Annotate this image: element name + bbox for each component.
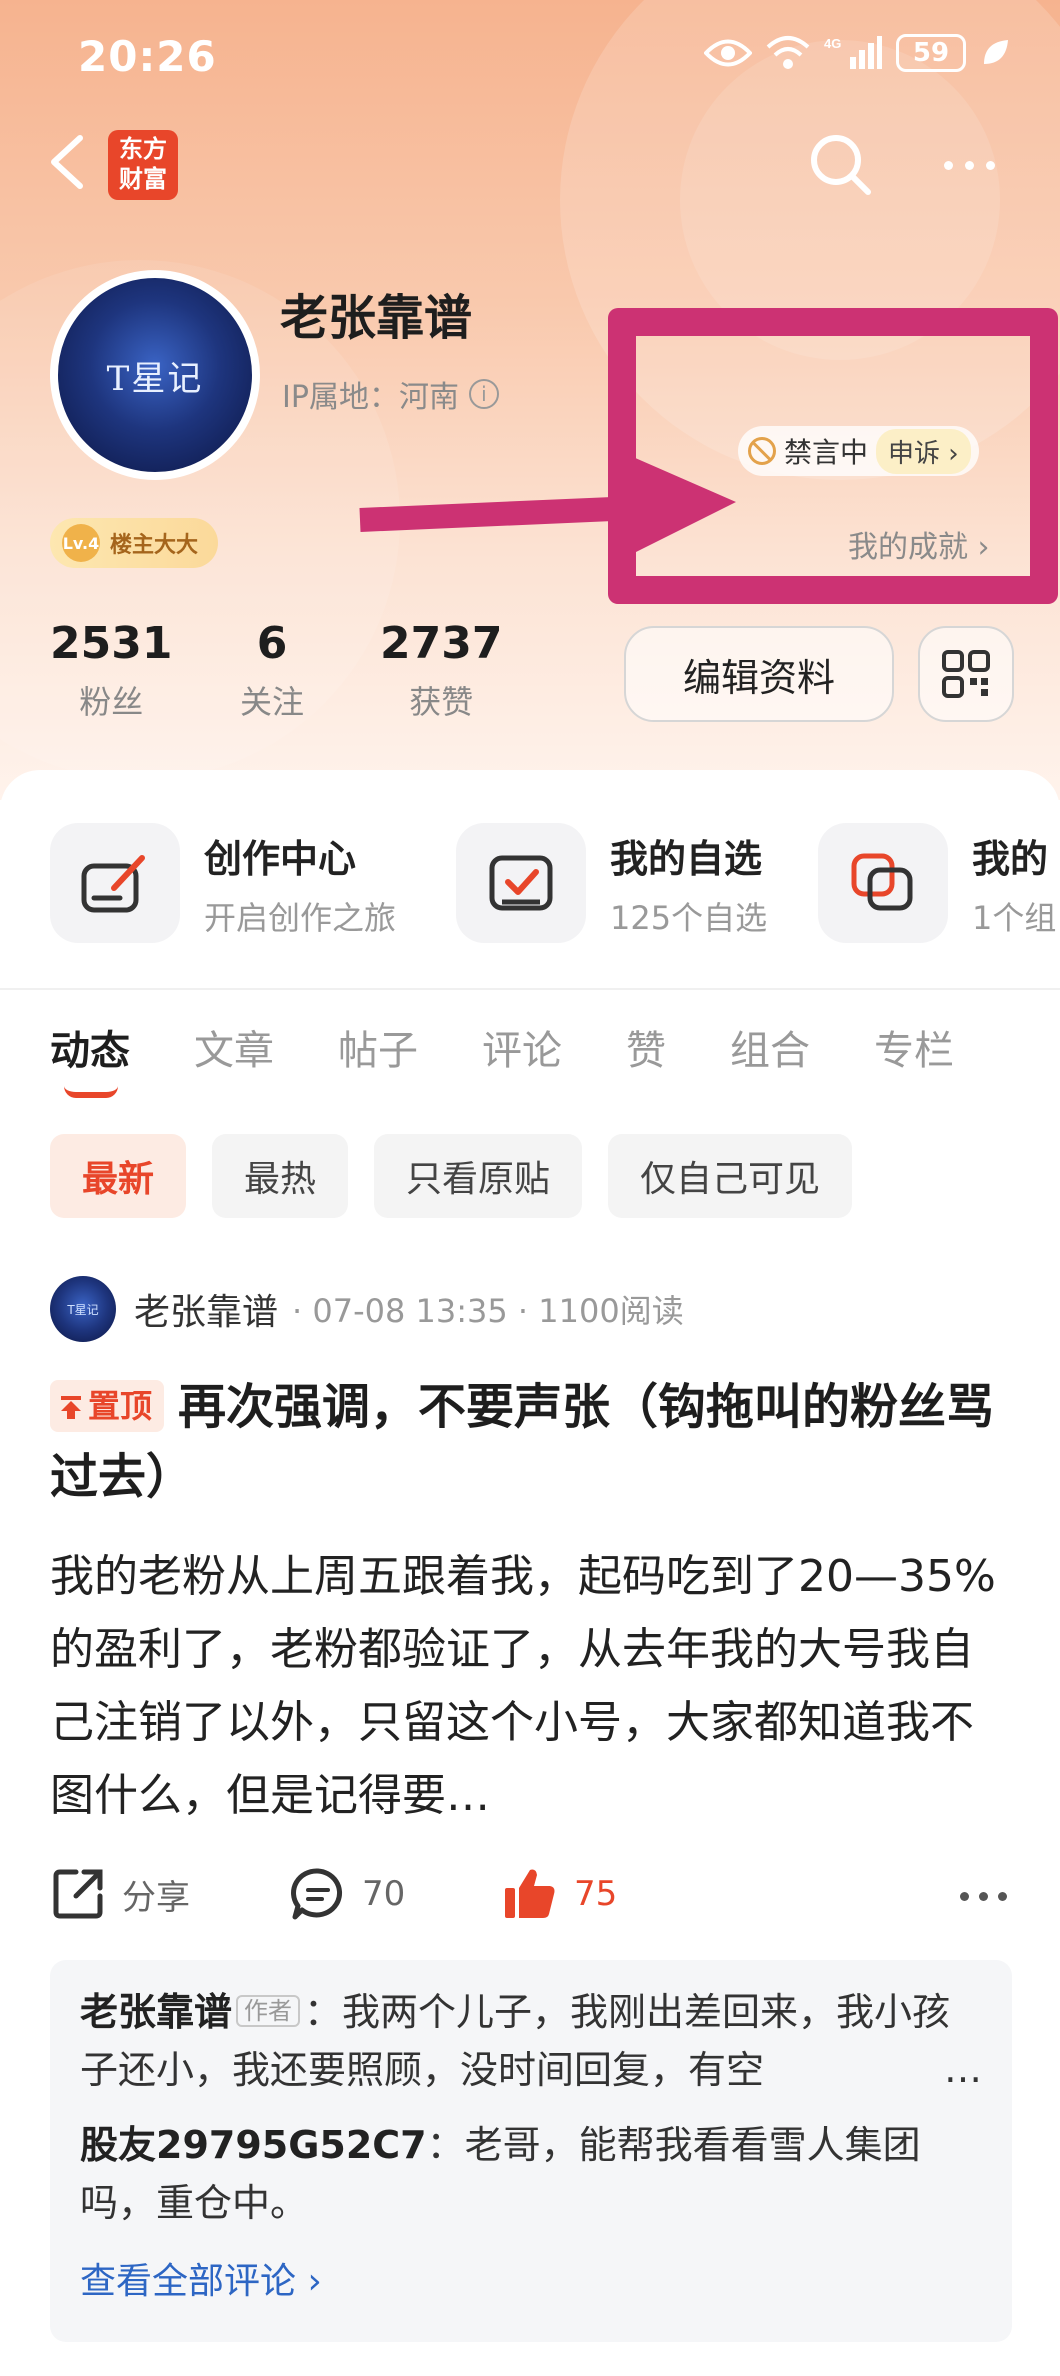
tab-articles[interactable]: 文章 [194,1018,274,1076]
view-all-comments-link[interactable]: 查看全部评论 › [80,2252,982,2304]
quick-link-subtitle: 125个自选 [610,898,768,937]
quick-link-watchlist[interactable]: 我的自选 125个自选 [456,820,767,946]
ban-status-text: 禁言中 [784,436,869,469]
comment-button[interactable]: 70 [290,1866,405,1922]
qr-code-icon [942,650,990,698]
stat-likes[interactable]: 2737 获赞 [380,618,502,723]
signal-icon: 4G [824,36,882,69]
app-logo: 东方 财富 [108,130,178,200]
status-bar: 20:26 4G 59 [0,0,1060,110]
achievements-link[interactable]: 我的成就 › [848,522,990,566]
stat-value: 6 [256,618,288,669]
quick-link-creation-center[interactable]: 创作中心 开启创作之旅 [50,820,396,946]
post-author-name[interactable]: 老张靠谱 [134,1283,278,1335]
quick-link-title: 创作中心 [204,836,357,881]
tab-portfolios[interactable]: 组合 [730,1018,810,1076]
tab-comments[interactable]: 评论 [482,1018,562,1076]
filter-original-only[interactable]: 只看原贴 [374,1134,583,1218]
ban-icon [748,437,776,465]
status-time: 20:26 [78,32,217,81]
info-icon[interactable]: i [468,379,499,409]
content-tabs: 动态 文章 帖子 评论 赞 组合 专栏 [50,1018,1018,1076]
filter-hottest[interactable]: 最热 [212,1134,349,1218]
share-icon [53,1869,103,1919]
quick-link-portfolio[interactable]: 我的 1个组 [818,820,1056,946]
like-button[interactable]: 75 [502,1866,617,1922]
wifi-icon [766,36,810,69]
eye-icon [704,39,752,67]
active-tab-indicator [64,1086,118,1098]
ip-location-text: IP属地：河南 [282,380,459,415]
comment-item: 老张靠谱 作者 ：我两个儿子，我刚出差回来，我小孩子还小，我还要照顾，没时间回复，有… [80,1982,982,2098]
portfolio-icon [818,823,948,943]
level-icon: Lv.4 [62,524,100,562]
leaf-icon [984,40,1008,64]
thumbs-up-icon [505,1869,555,1918]
quick-link-subtitle: 开启创作之旅 [204,898,397,937]
filter-latest[interactable]: 最新 [50,1134,187,1218]
share-label: 分享 [122,1877,190,1918]
logo-text-top: 东方 [119,135,167,163]
post-more-icon[interactable] [960,1892,1007,1901]
share-button[interactable]: 分享 [50,1866,190,1922]
comment-icon [291,1868,343,1920]
stat-value: 2531 [50,618,173,669]
back-arrow-icon[interactable] [44,132,92,192]
level-badge[interactable]: Lv.4 楼主大大 [50,518,219,568]
stat-label: 粉丝 [79,683,144,721]
ban-status-badge: 禁言中 申诉 › [738,426,979,476]
tab-likes[interactable]: 赞 [626,1018,666,1076]
author-tag: 作者 [236,1995,301,2027]
stat-value: 2737 [380,618,503,669]
post-meta: · 07-08 13:35 · 1100阅读 [292,1292,684,1330]
comment-ellipsis: … [924,2040,982,2098]
quick-link-title: 我的 [972,836,1049,881]
avatar[interactable]: T星记 [50,270,260,480]
comment-count: 70 [362,1874,406,1914]
checklist-icon [456,823,586,943]
filter-only-me[interactable]: 仅自己可见 [608,1134,853,1218]
like-count: 75 [574,1874,618,1914]
post-title[interactable]: 置顶 再次强调，不要声张（钩拖叫的粉丝骂过去） [50,1372,1020,1512]
search-icon[interactable] [808,132,874,198]
more-options-icon[interactable] [944,150,1004,180]
qr-code-button[interactable] [918,626,1014,722]
quick-link-title: 我的自选 [610,836,763,881]
stat-label: 获赞 [409,683,474,721]
post-body[interactable]: 我的老粉从上周五跟着我，起码吃到了20—35%的盈利了，老粉都验证了，从去年我的… [50,1540,1015,1832]
tab-columns[interactable]: 专栏 [874,1018,954,1076]
status-icons: 4G 59 [704,34,1010,72]
post-header: T星记 老张靠谱 · 07-08 13:35 · 1100阅读 [50,1276,684,1342]
username: 老张靠谱 [280,290,473,346]
pinned-label: 置顶 [88,1387,153,1425]
battery-indicator: 59 [896,34,966,72]
pinned-badge: 置顶 [50,1380,165,1432]
comments-preview[interactable]: 老张靠谱 作者 ：我两个儿子，我刚出差回来，我小孩子还小，我还要照顾，没时间回复，有… [50,1960,1012,2342]
stat-following[interactable]: 6 关注 [240,618,304,723]
pin-arrow-icon [61,1396,81,1419]
pen-icon [50,823,180,943]
ip-location: IP属地：河南 i [282,372,499,416]
tab-activity[interactable]: 动态 [50,1018,130,1076]
post-author-avatar[interactable]: T星记 [50,1276,116,1342]
post-title-text: 再次强调，不要声张（钩拖叫的粉丝骂过去） [50,1379,995,1505]
comment-author[interactable]: 股友29795G52C7 [80,2123,427,2167]
svg-text:4G: 4G [824,36,841,51]
stat-label: 关注 [240,683,305,721]
section-divider [0,988,1060,990]
level-badge-label: 楼主大大 [110,533,199,558]
avatar-text: T星记 [106,358,204,399]
comment-author[interactable]: 老张靠谱 [80,1990,232,2034]
appeal-button[interactable]: 申诉 › [876,428,971,474]
stat-followers[interactable]: 2531 粉丝 [50,618,172,723]
logo-text-bottom: 财富 [119,165,167,193]
quick-link-subtitle: 1个组 [972,898,1057,937]
tab-posts[interactable]: 帖子 [338,1018,418,1076]
filter-chips: 最新 最热 只看原贴 仅自己可见 [50,1134,853,1218]
comment-item: 股友29795G52C7：老哥，能帮我看看雪人集团吗，重仓中。 [80,2116,982,2232]
edit-profile-button[interactable]: 编辑资料 [624,626,894,722]
